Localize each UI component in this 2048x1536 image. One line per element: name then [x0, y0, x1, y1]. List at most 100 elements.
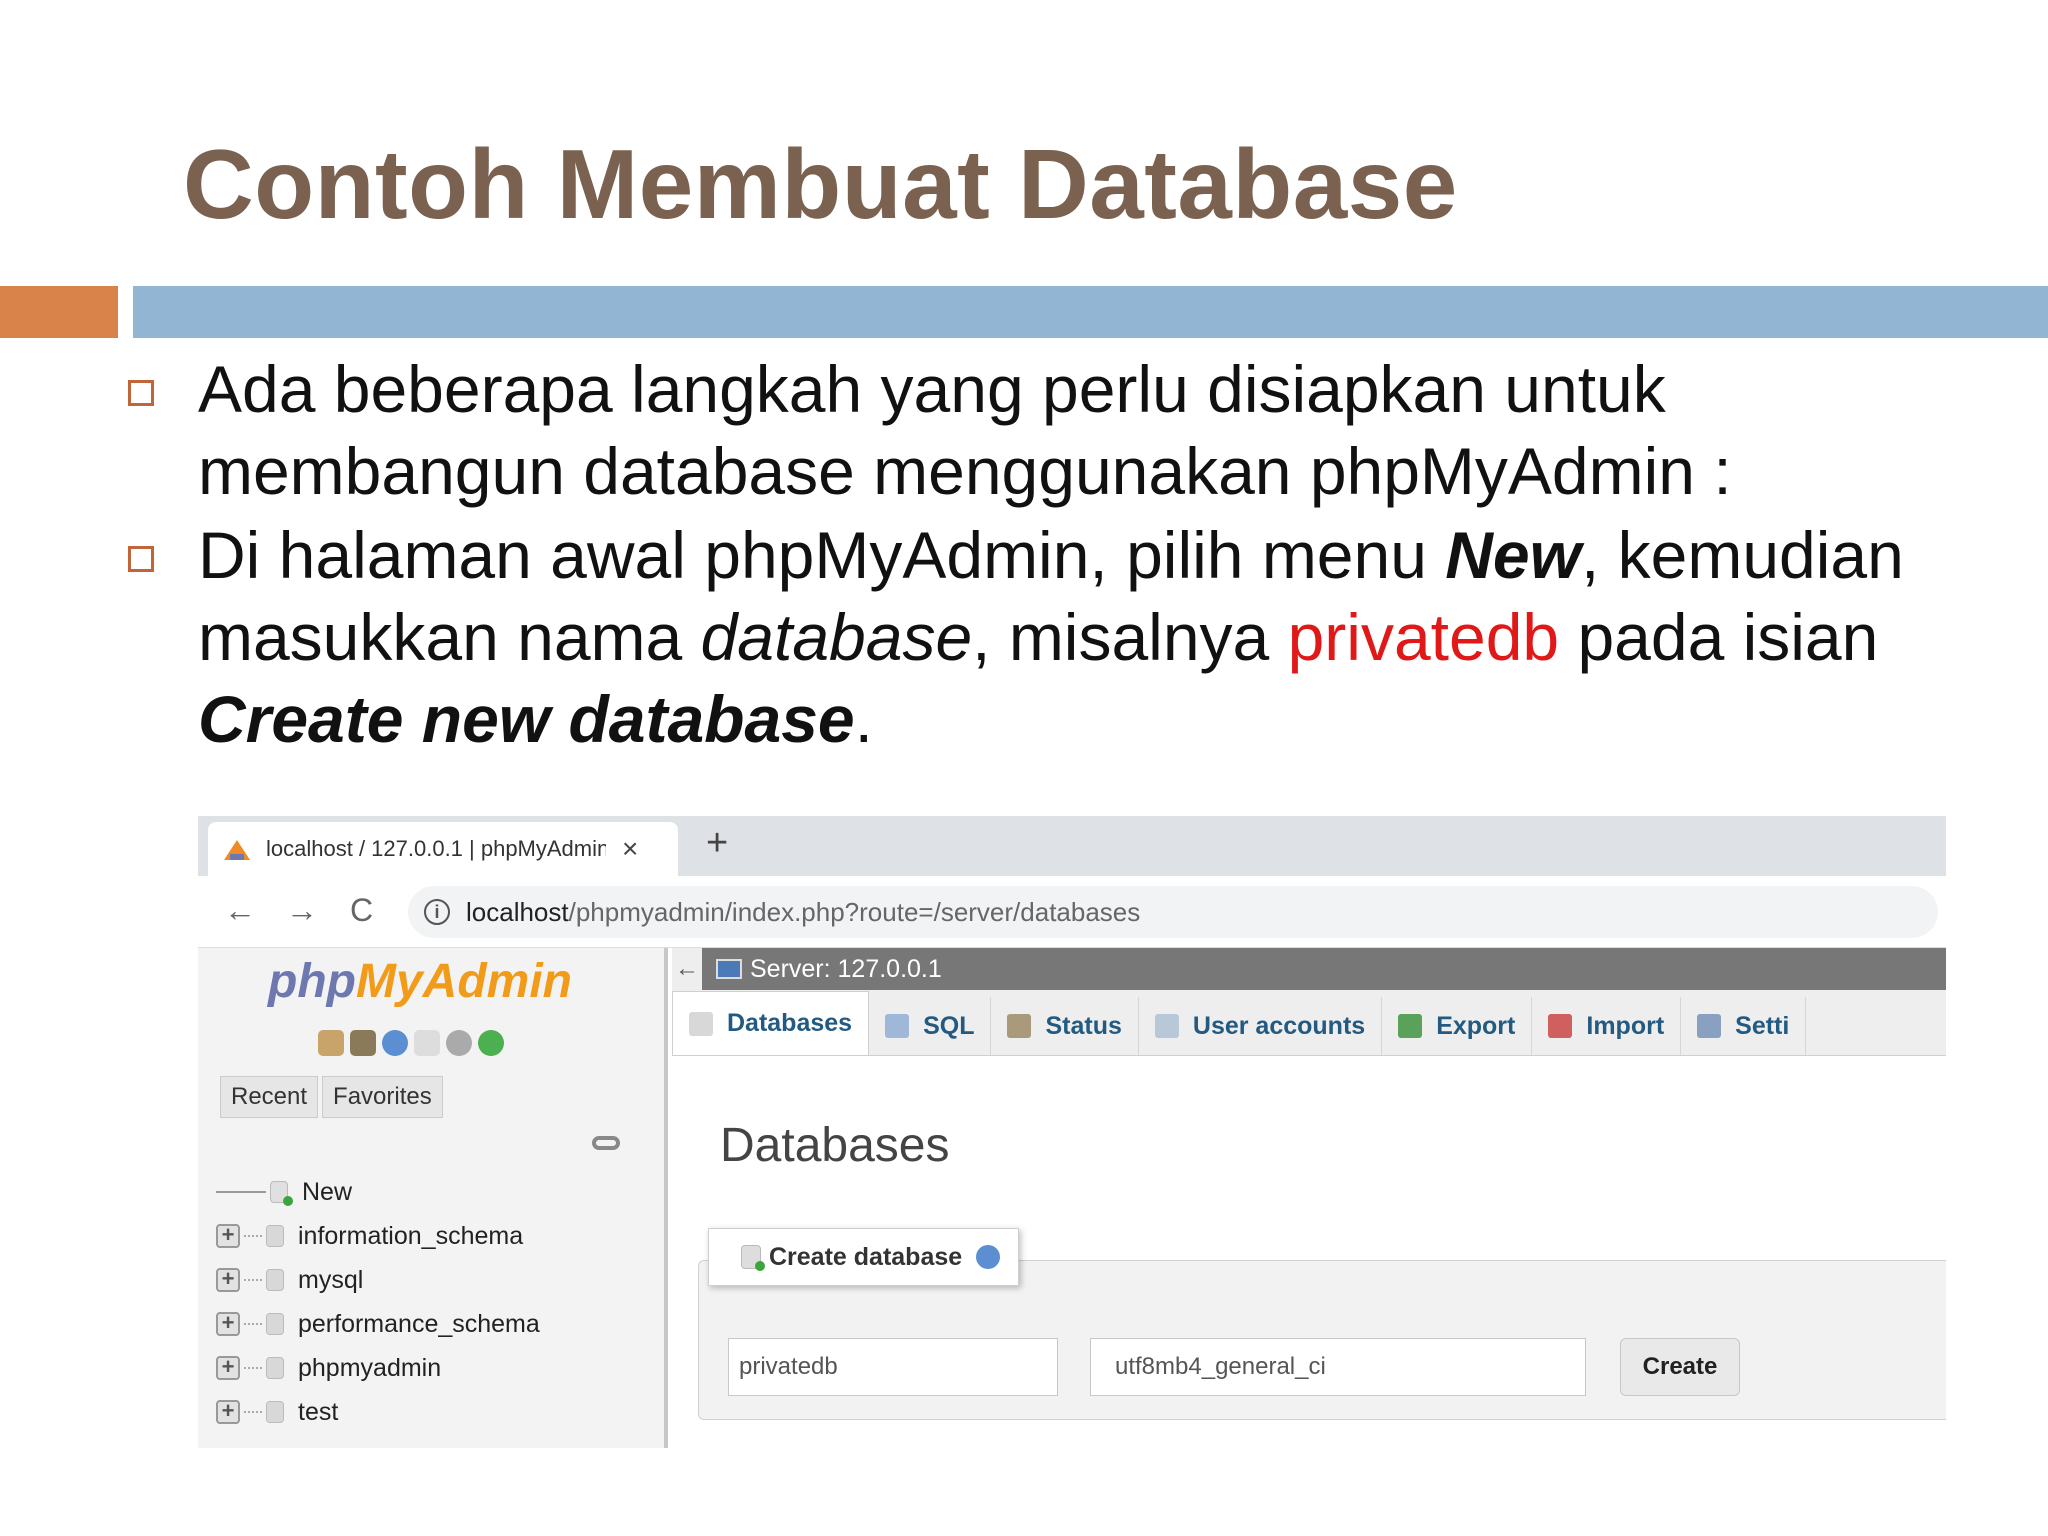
expand-plus-icon[interactable]: + — [216, 1312, 240, 1336]
back-arrow-icon[interactable]: ← — [224, 892, 256, 929]
bullet-text-1: Ada beberapa langkah yang perlu disiapka… — [198, 352, 1732, 508]
expand-plus-icon[interactable]: + — [216, 1356, 240, 1380]
tab-export[interactable]: Export — [1382, 997, 1533, 1055]
tree-connector — [244, 1323, 262, 1325]
pma-main-panel: ← Server: 127.0.0.1 Databases SQL Status… — [672, 948, 1946, 1448]
tab-close-icon[interactable]: × — [622, 833, 638, 865]
tab-databases[interactable]: Databases — [672, 991, 870, 1055]
database-icon — [266, 1357, 284, 1379]
reload-navigation-icon[interactable] — [478, 1030, 504, 1056]
help-icon[interactable] — [382, 1030, 408, 1056]
bullet-dbname: privatedb — [1287, 600, 1560, 674]
new-tab-icon[interactable]: + — [706, 822, 728, 865]
bullet-text-2d: pada isian — [1559, 600, 1879, 674]
settings-gear-icon[interactable] — [446, 1030, 472, 1056]
tree-item-label: mysql — [298, 1265, 364, 1294]
sql-icon — [885, 1014, 910, 1038]
database-icon — [266, 1401, 284, 1423]
reload-icon[interactable]: C — [350, 892, 373, 929]
tree-item-test[interactable]: + test — [216, 1390, 540, 1434]
address-bar[interactable]: i localhost/phpmyadmin/index.php?route=/… — [408, 886, 1938, 938]
expand-plus-icon[interactable]: + — [216, 1400, 240, 1424]
database-tree: New + information_schema + mysql + perfo… — [216, 1170, 540, 1434]
tree-item-label: New — [302, 1177, 353, 1206]
new-database-icon — [741, 1245, 765, 1271]
help-icon[interactable] — [976, 1245, 1001, 1269]
menu-label: Status — [1045, 1011, 1122, 1040]
expand-plus-icon[interactable]: + — [216, 1268, 240, 1292]
logout-icon[interactable] — [350, 1030, 376, 1056]
database-icon — [266, 1313, 284, 1335]
tree-item-mysql[interactable]: + mysql — [216, 1258, 540, 1302]
url-path: /phpmyadmin/index.php?route=/server/data… — [568, 896, 1141, 927]
browser-tab[interactable]: localhost / 127.0.0.1 | phpMyAdmin × — [208, 822, 678, 876]
bullet-item-1: Ada beberapa langkah yang perlu disiapka… — [128, 348, 1948, 512]
create-button[interactable]: Create — [1620, 1338, 1740, 1396]
accent-bar-blue — [133, 286, 2048, 338]
database-icon — [266, 1225, 284, 1247]
wrench-icon — [1697, 1014, 1722, 1038]
menu-label: SQL — [923, 1011, 975, 1040]
phpmyadmin-logo[interactable]: phpMyAdmin — [268, 954, 572, 1009]
pma-navigation-panel: phpMyAdmin Recent Favorites New + inform… — [198, 948, 668, 1448]
export-icon — [1398, 1014, 1423, 1038]
bullet-list: Ada beberapa langkah yang perlu disiapka… — [128, 348, 1948, 818]
menu-label: Databases — [727, 1009, 853, 1037]
new-database-icon — [270, 1181, 293, 1206]
menu-label: Setti — [1735, 1011, 1790, 1040]
menu-label: Export — [1436, 1011, 1516, 1040]
tree-item-performance-schema[interactable]: + performance_schema — [216, 1302, 540, 1346]
phpmyadmin-favicon-icon — [222, 838, 252, 860]
tab-import[interactable]: Import — [1532, 997, 1682, 1055]
home-icon[interactable] — [318, 1030, 344, 1056]
tree-item-label: information_schema — [298, 1221, 524, 1250]
status-icon — [1007, 1014, 1032, 1038]
tab-favorites[interactable]: Favorites — [322, 1076, 443, 1118]
tab-title: localhost / 127.0.0.1 | phpMyAdmin — [266, 836, 606, 861]
tab-status[interactable]: Status — [991, 997, 1139, 1055]
expand-plus-icon[interactable]: + — [216, 1224, 240, 1248]
url-host: localhost — [466, 896, 569, 927]
tree-connector — [244, 1411, 262, 1413]
bullet-square-icon — [128, 380, 154, 406]
tab-recent[interactable]: Recent — [220, 1076, 319, 1118]
browser-screenshot: localhost / 127.0.0.1 | phpMyAdmin × + ←… — [198, 816, 1946, 1448]
tree-item-new[interactable]: New — [216, 1170, 540, 1214]
menu-label: Import — [1586, 1011, 1665, 1040]
bullet-create-label: Create new database — [198, 682, 855, 756]
server-breadcrumb: ← Server: 127.0.0.1 — [672, 948, 1946, 990]
accent-bar-orange — [0, 286, 118, 338]
import-icon — [1548, 1014, 1573, 1038]
recent-favorites-tabs: Recent Favorites — [220, 1076, 447, 1118]
server-label[interactable]: Server: 127.0.0.1 — [750, 955, 942, 984]
tab-settings[interactable]: Setti — [1681, 997, 1807, 1055]
user-accounts-icon — [1154, 1014, 1179, 1038]
forward-arrow-icon[interactable]: → — [286, 892, 318, 929]
tab-sql[interactable]: SQL — [869, 997, 992, 1055]
tree-item-information-schema[interactable]: + information_schema — [216, 1214, 540, 1258]
tree-item-label: test — [298, 1397, 339, 1426]
bullet-database-word: database — [700, 600, 973, 674]
browser-tabstrip: localhost / 127.0.0.1 | phpMyAdmin × + — [198, 816, 1946, 876]
docs-icon[interactable] — [414, 1030, 440, 1056]
tree-item-phpmyadmin[interactable]: + phpmyadmin — [216, 1346, 540, 1390]
link-with-main-panel-icon[interactable] — [592, 1136, 620, 1150]
site-info-icon[interactable]: i — [424, 899, 450, 925]
bullet-new-word: New — [1445, 518, 1581, 592]
server-icon — [716, 959, 742, 979]
database-name-input[interactable]: privatedb — [728, 1338, 1058, 1396]
bullet-square-icon — [128, 546, 154, 572]
tree-connector — [244, 1279, 262, 1281]
slide-title: Contoh Membuat Database — [183, 129, 1458, 239]
page-title: Databases — [720, 1119, 950, 1172]
server-top-menu: Databases SQL Status User accounts Expor… — [672, 990, 1946, 1056]
bullet-item-2: Di halaman awal phpMyAdmin, pilih menu N… — [128, 514, 1948, 760]
create-database-legend: Create database — [708, 1228, 1020, 1286]
pma-quick-icons — [318, 1030, 504, 1056]
bullet-text-2a: Di halaman awal phpMyAdmin, pilih menu — [198, 518, 1446, 592]
collation-select[interactable]: utf8mb4_general_ci — [1090, 1338, 1586, 1396]
tab-user-accounts[interactable]: User accounts — [1139, 997, 1383, 1055]
tree-item-label: phpmyadmin — [298, 1353, 442, 1382]
collapse-navigation-icon[interactable]: ← — [672, 948, 702, 990]
menu-label: User accounts — [1192, 1011, 1366, 1040]
